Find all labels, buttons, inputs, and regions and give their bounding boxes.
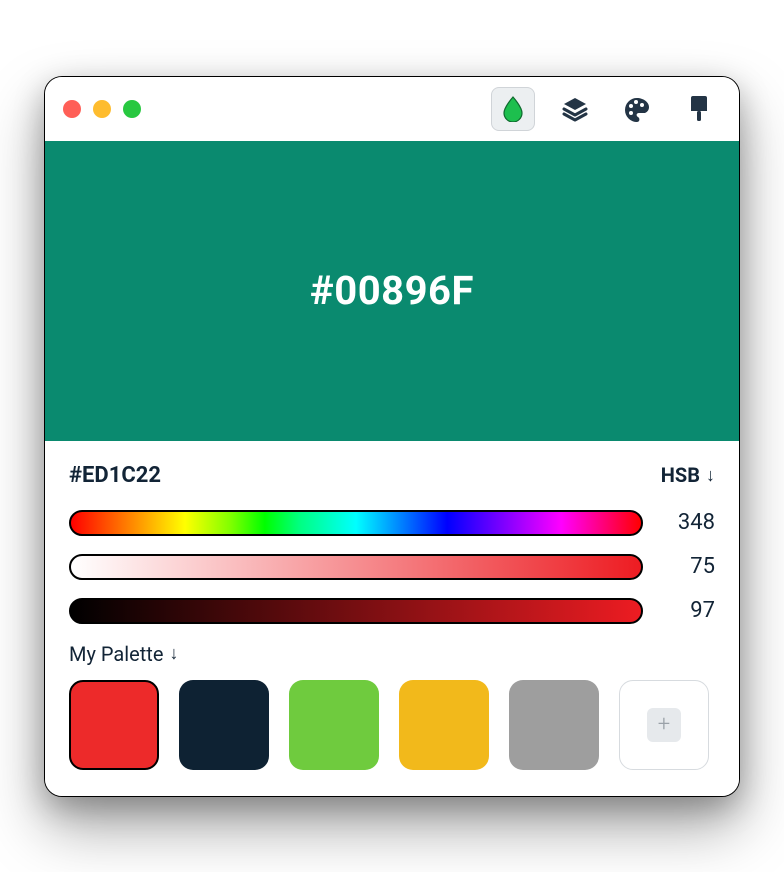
palette-swatch[interactable] (289, 680, 379, 770)
plus-icon: + (647, 708, 681, 742)
brightness-slider[interactable] (69, 598, 643, 624)
palette-swatch[interactable] (399, 680, 489, 770)
color-mode-selector[interactable]: HSB ↓ (661, 463, 715, 487)
palette-swatches: + (69, 680, 715, 770)
controls-panel: #ED1C22 HSB ↓ 348 75 97 My Palette ↓ + (45, 441, 739, 796)
minimize-window-button[interactable] (93, 100, 111, 118)
panel-header: #ED1C22 HSB ↓ (69, 463, 715, 488)
drop-icon (502, 96, 524, 122)
drop-tool-button[interactable] (491, 87, 535, 131)
hue-value: 348 (667, 510, 715, 535)
palette-swatch[interactable] (179, 680, 269, 770)
close-window-button[interactable] (63, 100, 81, 118)
layers-tool-button[interactable] (553, 87, 597, 131)
add-swatch-button[interactable]: + (619, 680, 709, 770)
palette-tool-button[interactable] (615, 87, 659, 131)
brightness-value: 97 (667, 598, 715, 623)
hue-slider[interactable] (69, 510, 643, 536)
titlebar (45, 77, 739, 141)
chevron-down-icon: ↓ (706, 465, 715, 486)
preview-hex-label: #00896F (310, 267, 474, 314)
zoom-window-button[interactable] (123, 100, 141, 118)
chevron-down-icon: ↓ (169, 643, 178, 664)
saturation-slider[interactable] (69, 554, 643, 580)
color-mode-label: HSB (661, 463, 700, 487)
hue-slider-row: 348 (69, 510, 715, 536)
palette-swatch[interactable] (509, 680, 599, 770)
toolbar (491, 87, 721, 131)
palette-swatch[interactable] (69, 680, 159, 770)
brush-icon (688, 95, 710, 123)
color-picker-window: #00896F #ED1C22 HSB ↓ 348 75 97 My Palet… (44, 76, 740, 797)
window-controls (63, 100, 141, 118)
palette-selector[interactable]: My Palette ↓ (69, 642, 715, 666)
current-hex-value[interactable]: #ED1C22 (69, 463, 161, 488)
palette-title: My Palette (69, 642, 163, 666)
layers-icon (562, 96, 588, 122)
brightness-slider-row: 97 (69, 598, 715, 624)
brush-tool-button[interactable] (677, 87, 721, 131)
saturation-value: 75 (667, 554, 715, 579)
saturation-slider-row: 75 (69, 554, 715, 580)
palette-icon (623, 96, 651, 122)
color-preview: #00896F (45, 141, 739, 441)
